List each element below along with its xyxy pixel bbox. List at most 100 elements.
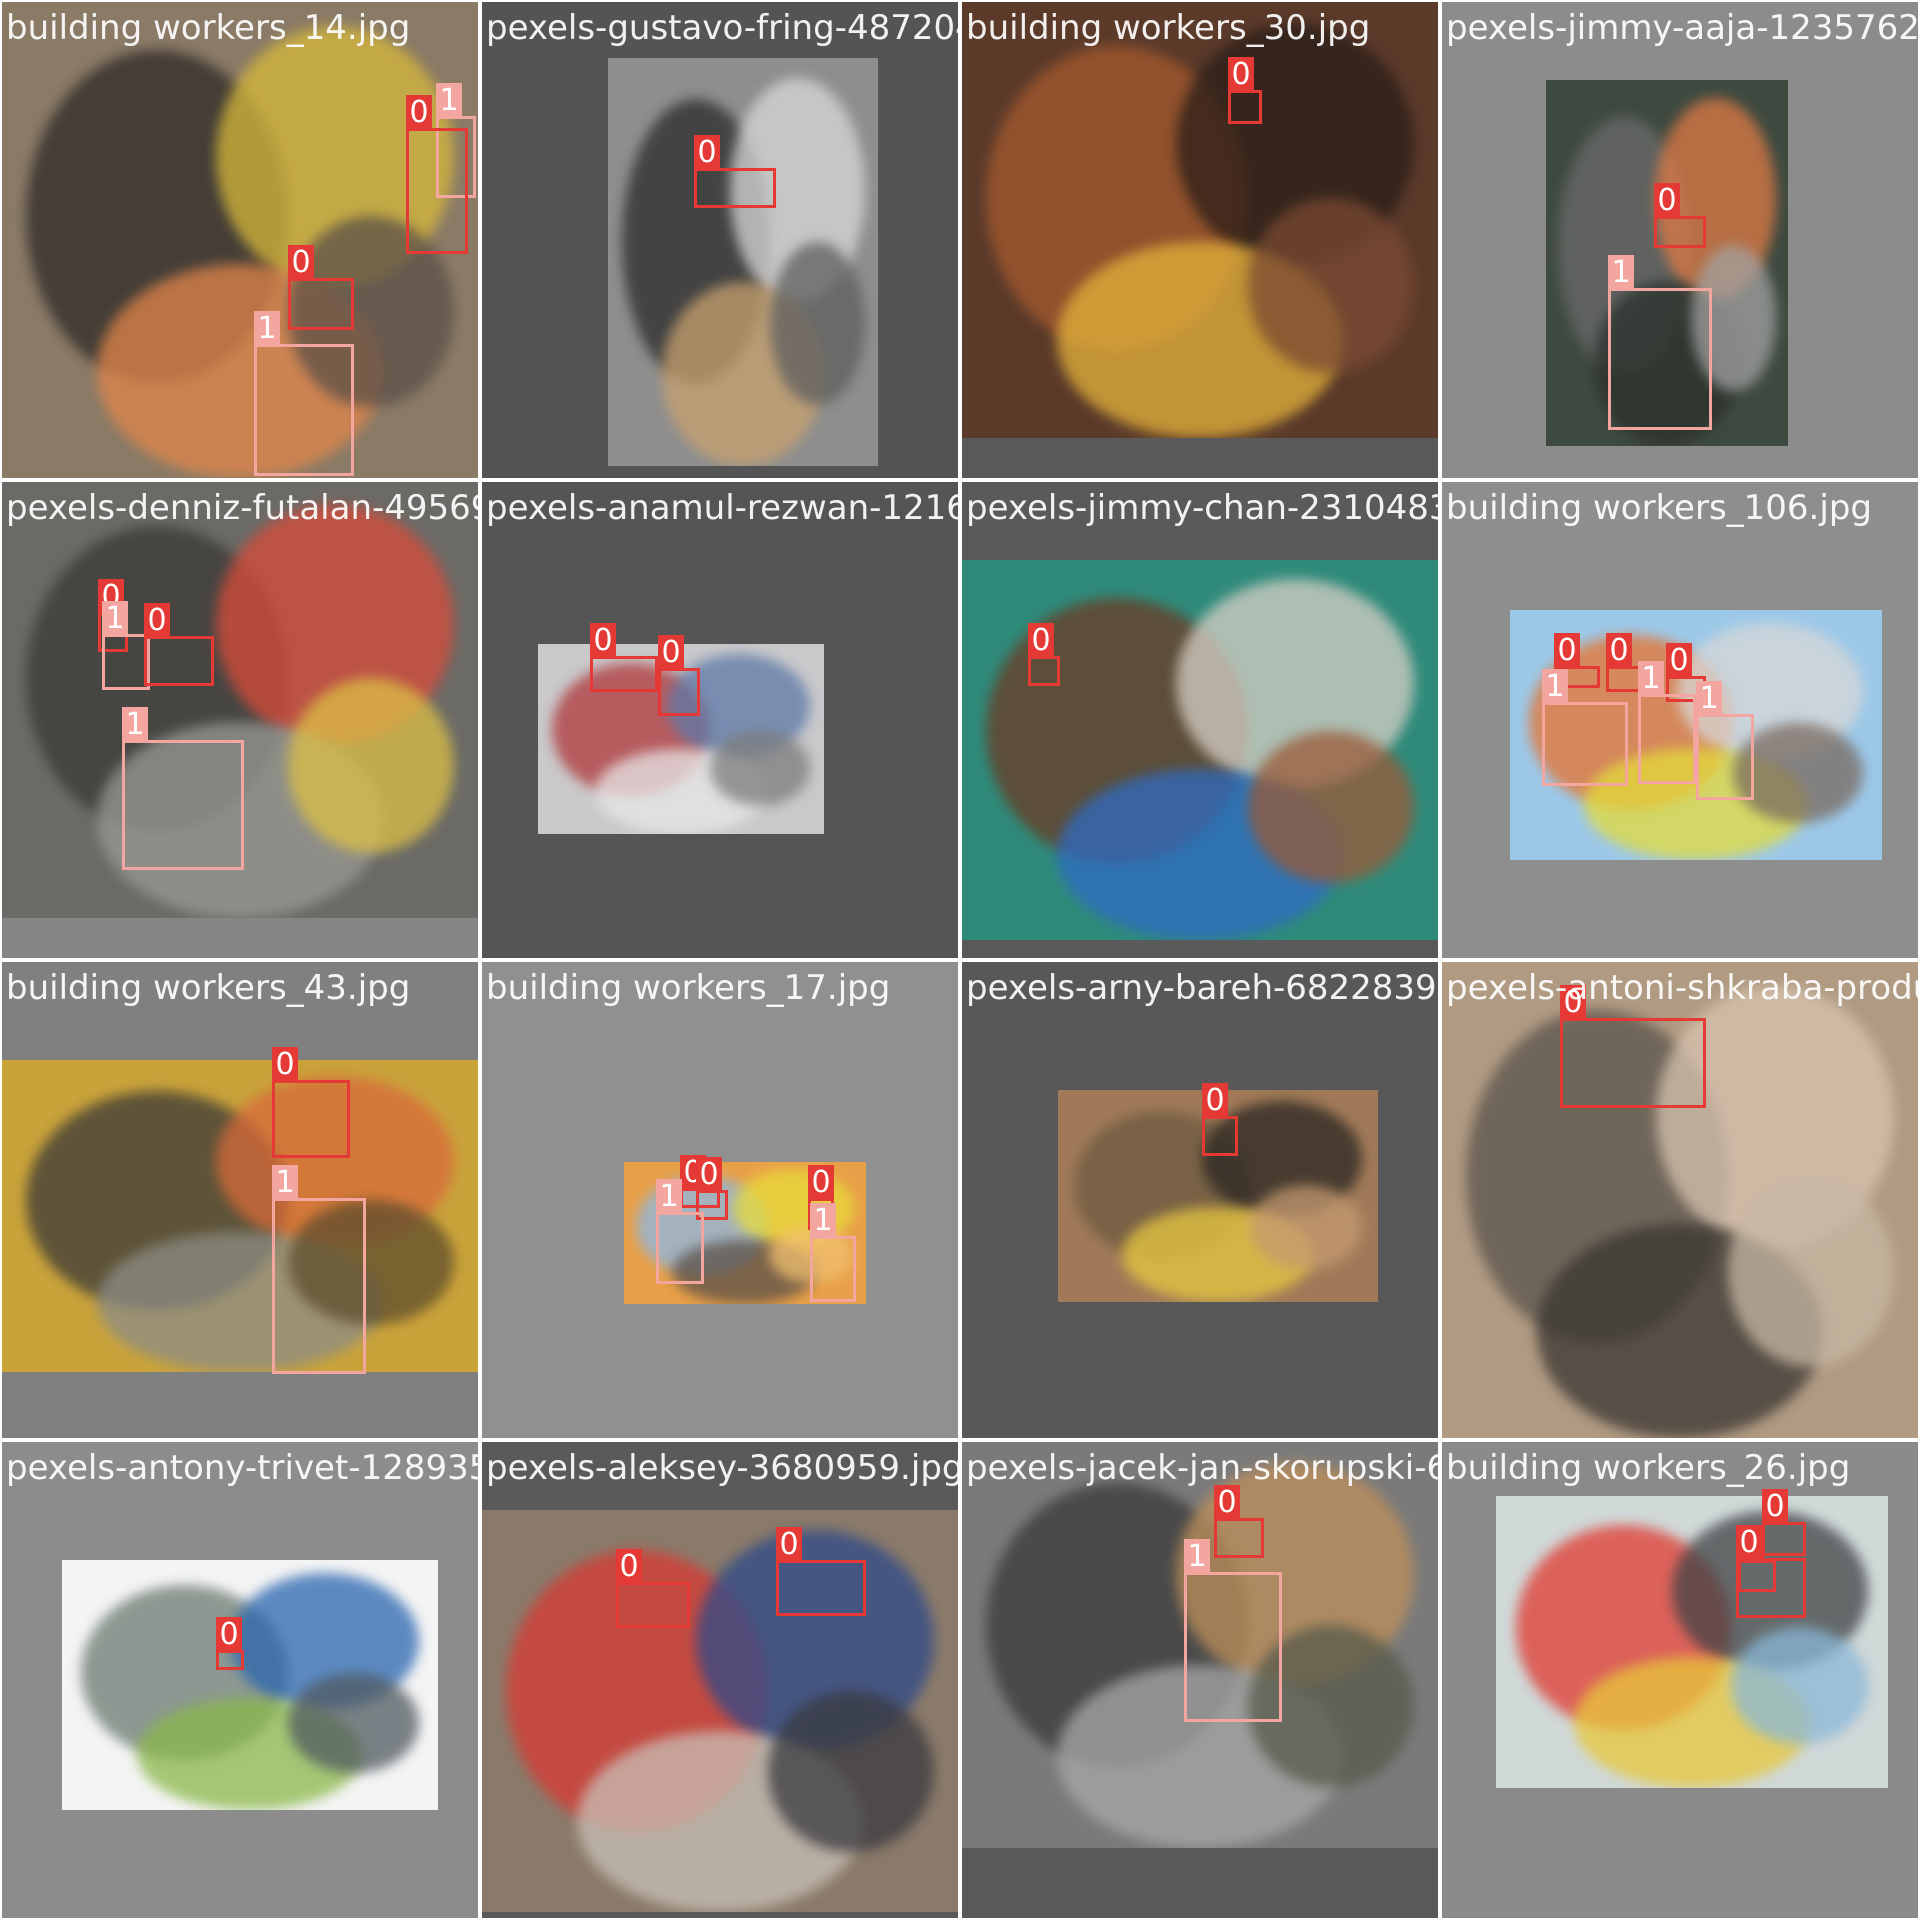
tile-filename: building workers_26.jpg (1446, 1448, 1851, 1488)
detection-class-label: 0 (1028, 623, 1054, 659)
tile-filename: pexels-antony-trivet-12893587.jpg (6, 1448, 478, 1488)
detection-box: 1 (810, 1203, 856, 1302)
photo-region (1247, 198, 1415, 373)
detection-box: 0 (658, 635, 700, 716)
tile-filename: building workers_17.jpg (486, 968, 891, 1008)
detection-class-label: 0 (696, 1157, 722, 1193)
mosaic-tile: 0 0 pexels-anamul-rezwan-1216589.jpg (482, 482, 958, 958)
tile-filename: building workers_43.jpg (6, 968, 411, 1008)
detection-box: 1 (1184, 1539, 1282, 1722)
detection-class-label: 0 (1606, 633, 1632, 669)
tile-filename: pexels-antoni-shkraba-produ (1446, 968, 1918, 1008)
detection-box: 1 (254, 311, 354, 476)
tile-filename: pexels-gustavo-fring-4872040.jpg (486, 8, 958, 48)
tile-photo (962, 2, 1438, 438)
detection-box: 0 (776, 1527, 866, 1616)
mosaic-tile: 0 0 0 1 1 building workers_17.jpg (482, 962, 958, 1438)
photo-region (1731, 1627, 1869, 1745)
mosaic-tile: 0 pexels-arny-bareh-6822839.jpg (962, 962, 1438, 1438)
detection-class-label: 1 (272, 1165, 298, 1201)
mosaic-tile: 0101pexels-denniz-futalan-4956909.jpg (2, 482, 478, 958)
detection-class-label: 0 (1736, 1525, 1762, 1561)
detection-box: 0 (1214, 1485, 1264, 1558)
detection-box: 1 (102, 601, 150, 690)
detection-box: 1 (272, 1165, 366, 1374)
tile-filename: pexels-aleksey-3680959.jpg (486, 1448, 958, 1488)
tile-filename: building workers_30.jpg (966, 8, 1371, 48)
detection-class-label: 0 (1214, 1485, 1240, 1521)
detection-class-label: 1 (254, 311, 280, 347)
detection-box: 1 (1638, 661, 1696, 784)
tile-photo (1496, 1496, 1888, 1788)
tile-filename: pexels-jacek-jan-skorupski-6780198.jpg (966, 1448, 1438, 1488)
tile-filename: pexels-denniz-futalan-4956909.jpg (6, 488, 478, 528)
detection-box: 0 (1736, 1525, 1806, 1618)
detection-box: 1 (1696, 681, 1754, 800)
detection-class-label: 1 (1184, 1539, 1210, 1575)
detection-box: 0 (1762, 1489, 1806, 1556)
mosaic-tile: 0 0 pexels-aleksey-3680959.jpg (482, 1442, 958, 1918)
photo-region (287, 1672, 420, 1773)
detection-box: 0 (216, 1617, 244, 1670)
mosaic-tile: 01 pexels-jacek-jan-skorupski-6780198.jpg (962, 1442, 1438, 1918)
tile-photo (62, 1560, 438, 1810)
mosaic-tile: 0 pexels-antoni-shkraba-produ (1442, 962, 1918, 1438)
detection-class-label: 0 (1554, 633, 1580, 669)
tile-photo (482, 1510, 958, 1912)
photo-region (709, 729, 810, 806)
detection-class-label: 0 (1654, 183, 1680, 219)
detection-box: 0 (406, 95, 468, 254)
detection-class-label: 0 (216, 1617, 242, 1653)
mosaic-tile: 01 pexels-jimmy-aaja-12357629.jpg (1442, 2, 1918, 478)
detection-box: 0 (1560, 985, 1706, 1108)
detection-class-label: 1 (102, 601, 128, 637)
mosaic-tile: 0 pexels-gustavo-fring-4872040.jpg (482, 2, 958, 478)
detection-class-label: 0 (1762, 1489, 1788, 1525)
detection-class-label: 1 (1696, 681, 1722, 717)
detection-class-label: 1 (656, 1179, 682, 1215)
tile-photo (608, 58, 878, 466)
detection-class-label: 0 (1202, 1083, 1228, 1119)
mosaic-tile: 000building workers_26.jpg (1442, 1442, 1918, 1918)
photo-region (767, 1690, 935, 1852)
detection-box: 0 (1228, 57, 1262, 124)
detection-box: 0 (590, 623, 658, 692)
detection-box: 0 (616, 1549, 690, 1628)
detection-class-label: 0 (776, 1527, 802, 1563)
tile-filename: pexels-anamul-rezwan-1216589.jpg (486, 488, 958, 528)
mosaic-tile: 0 0 0 1 1 1 building workers_106.jpg (1442, 482, 1918, 958)
detection-box: 0 (144, 603, 214, 686)
photo-region (770, 241, 865, 405)
photo-region (287, 678, 455, 853)
tile-filename: pexels-arny-bareh-6822839.jpg (966, 968, 1438, 1008)
detection-class-label: 1 (1542, 669, 1568, 705)
detection-class-label: 0 (616, 1549, 642, 1585)
detection-class-label: 0 (272, 1047, 298, 1083)
detection-class-label: 1 (122, 707, 148, 743)
detection-box: 1 (1608, 255, 1712, 430)
detection-class-label: 0 (590, 623, 616, 659)
detection-box: 1 (1542, 669, 1628, 786)
detection-class-label: 1 (1608, 255, 1634, 291)
detection-box: 0 (1654, 183, 1706, 248)
mosaic-tile: 0 building workers_30.jpg (962, 2, 1438, 478)
detection-box: 0 (694, 135, 776, 208)
detection-class-label: 1 (810, 1203, 836, 1239)
detection-class-label: 1 (436, 83, 462, 119)
tile-photo (2, 1060, 478, 1372)
detection-class-label: 0 (406, 95, 432, 131)
mosaic-tile: 1 0 0 1 building workers_14.jpg (2, 2, 478, 478)
detection-box: 1 (656, 1179, 704, 1284)
photo-region (1727, 1176, 1895, 1367)
detection-box: 0 (272, 1047, 350, 1158)
detection-box: 0 (1028, 623, 1060, 686)
detection-mosaic: 1 0 0 1 building workers_14.jpg 0 pexels-gusta… (0, 0, 1920, 1920)
tile-filename: pexels-jimmy-chan-2310483.jpg (966, 488, 1438, 528)
detection-class-label: 0 (658, 635, 684, 671)
tile-photo (962, 560, 1438, 940)
tile-filename: pexels-jimmy-aaja-12357629.jpg (1446, 8, 1918, 48)
detection-class-label: 0 (288, 245, 314, 281)
mosaic-tile: 0 1 building workers_43.jpg (2, 962, 478, 1438)
tile-filename: building workers_14.jpg (6, 8, 411, 48)
detection-class-label: 0 (808, 1165, 834, 1201)
